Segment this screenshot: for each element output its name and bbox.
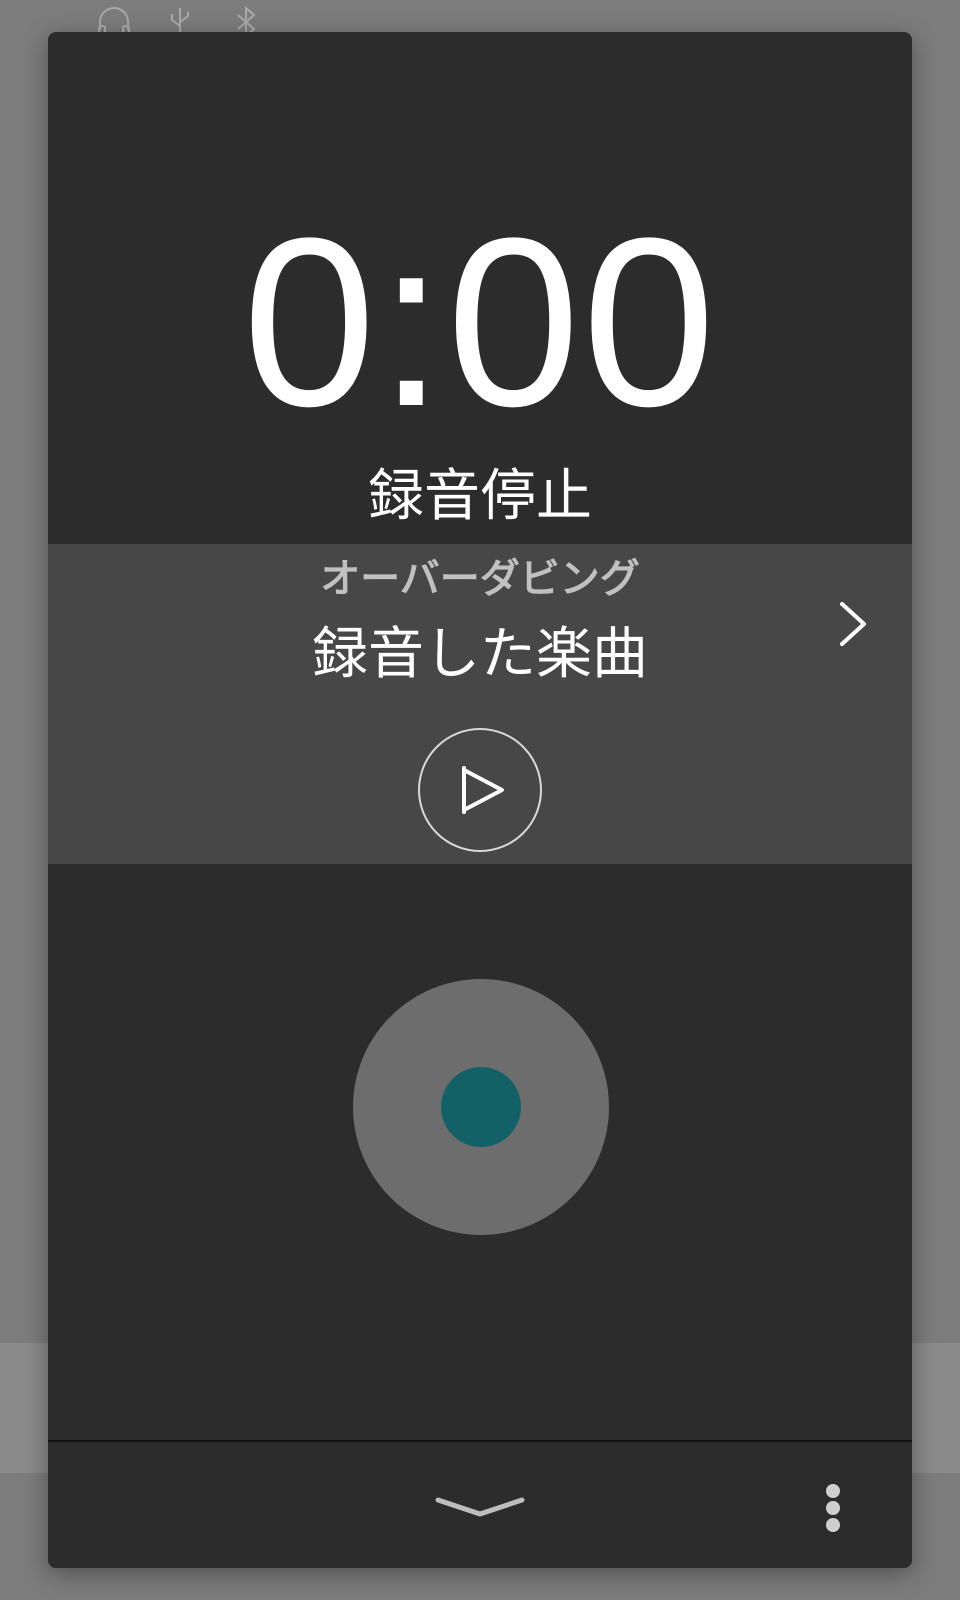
bottom-bar — [48, 1440, 912, 1568]
recording-status: 録音停止 — [368, 464, 592, 529]
recorder-panel: 0:00 録音停止 オーバーダビング 録音した楽曲 — [48, 32, 912, 1568]
menu-dot — [826, 1518, 840, 1532]
more-vertical-icon[interactable] — [808, 1472, 858, 1542]
overdub-song-name: 録音した楽曲 — [312, 622, 648, 687]
recording-timer: 0:00 — [242, 188, 718, 456]
record-icon — [441, 1067, 521, 1147]
menu-dot — [826, 1501, 840, 1515]
record-button[interactable] — [353, 979, 609, 1235]
overdub-section[interactable]: オーバーダビング 録音した楽曲 — [48, 544, 912, 864]
overdub-title: オーバーダビング — [320, 556, 640, 602]
chevron-right-icon[interactable] — [832, 594, 872, 654]
play-button[interactable] — [418, 728, 542, 852]
chevron-down-icon[interactable] — [430, 1482, 530, 1532]
menu-dot — [826, 1484, 840, 1498]
play-icon — [462, 766, 504, 814]
